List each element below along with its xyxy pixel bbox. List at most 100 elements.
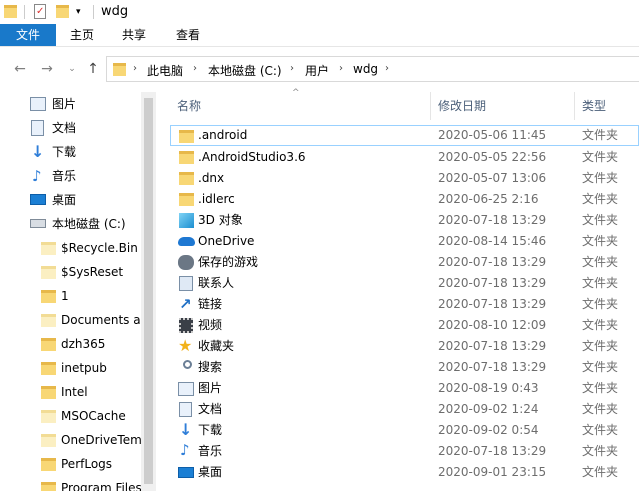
- file-row-saved-games[interactable]: 保存的游戏 2020-07-18 13:29 文件夹: [170, 252, 639, 273]
- tab-view[interactable]: 查看: [168, 24, 208, 46]
- file-row-links[interactable]: ↗ 链接 2020-07-18 13:29 文件夹: [170, 294, 639, 315]
- file-type: 文件夹: [582, 360, 619, 374]
- folder-icon: [41, 266, 56, 279]
- file-row-pictures[interactable]: 图片 2020-08-19 0:43 文件夹: [170, 378, 639, 399]
- file-name: .idlerc: [198, 192, 235, 206]
- download-icon: ↓: [31, 142, 45, 161]
- file-type: 文件夹: [582, 402, 619, 416]
- file-name: 链接: [198, 297, 223, 311]
- file-name: 文档: [198, 402, 223, 416]
- new-folder-icon[interactable]: [56, 4, 70, 20]
- file-row-dnx[interactable]: .dnx 2020-05-07 13:06 文件夹: [170, 168, 639, 189]
- folder-icon: [41, 242, 56, 255]
- file-row-documents[interactable]: 文档 2020-09-02 1:24 文件夹: [170, 399, 639, 420]
- file-row-contacts[interactable]: 联系人 2020-07-18 13:29 文件夹: [170, 273, 639, 294]
- folder-icon: [41, 338, 56, 351]
- properties-icon[interactable]: ✓: [34, 4, 48, 20]
- file-date: 2020-08-19 0:43: [438, 381, 539, 395]
- 3d-objects-icon: [179, 213, 194, 228]
- file-row-downloads[interactable]: ↓ 下载 2020-09-02 0:54 文件夹: [170, 420, 639, 441]
- file-date: 2020-07-18 13:29: [438, 339, 547, 353]
- chevron-right-icon[interactable]: ›: [193, 63, 197, 74]
- folder-icon: [113, 63, 126, 76]
- address-bar[interactable]: › 此电脑 › 本地磁盘 (C:) › 用户 › wdg ›: [106, 56, 639, 82]
- chevron-right-icon[interactable]: ›: [133, 63, 137, 74]
- file-type: 文件夹: [582, 339, 619, 353]
- nav-item-label: 本地磁盘 (C:): [52, 217, 126, 231]
- file-type: 文件夹: [582, 171, 619, 185]
- file-name: 保存的游戏: [198, 255, 259, 269]
- column-header-date[interactable]: 修改日期: [438, 92, 568, 120]
- navigation-pane: 图片 文档 ↓ 下载 ♪ 音乐 桌面 本地磁盘 (C:) $Recycle.Bi…: [0, 92, 156, 491]
- folder-icon: [179, 151, 194, 164]
- links-icon: ↗: [179, 295, 192, 313]
- file-type: 文件夹: [582, 381, 619, 395]
- file-date: 2020-05-06 11:45: [438, 128, 547, 142]
- music-icon: ♪: [180, 441, 190, 459]
- nav-item-label: 文档: [52, 121, 77, 135]
- file-type: 文件夹: [582, 150, 619, 164]
- file-date: 2020-07-18 13:29: [438, 255, 547, 269]
- folder-icon: [179, 172, 194, 185]
- breadcrumb-this-pc[interactable]: 此电脑: [147, 62, 183, 79]
- chevron-right-icon[interactable]: ›: [290, 63, 294, 74]
- tab-file[interactable]: 文件: [0, 24, 56, 46]
- folder-icon: [41, 386, 56, 399]
- column-divider[interactable]: [430, 92, 431, 120]
- download-icon: ↓: [179, 420, 193, 439]
- searches-icon: [183, 360, 192, 369]
- file-date: 2020-09-02 1:24: [438, 402, 539, 416]
- customize-toolbar-icon[interactable]: ▾: [76, 4, 88, 20]
- forward-arrow-icon[interactable]: →: [39, 61, 55, 77]
- file-row-android[interactable]: .android 2020-05-06 11:45 文件夹: [170, 125, 639, 146]
- column-header-type[interactable]: 类型: [582, 92, 639, 120]
- file-row-idlerc[interactable]: .idlerc 2020-06-25 2:16 文件夹: [170, 189, 639, 210]
- file-row-music[interactable]: ♪ 音乐 2020-07-18 13:29 文件夹: [170, 441, 639, 462]
- saved-games-icon: [178, 255, 194, 270]
- breadcrumb-local-disk[interactable]: 本地磁盘 (C:): [208, 62, 282, 79]
- file-name: 图片: [198, 381, 223, 395]
- file-type: 文件夹: [582, 318, 619, 332]
- file-date: 2020-05-05 22:56: [438, 150, 547, 164]
- favorites-icon: ★: [178, 336, 193, 355]
- nav-item-label: 图片: [52, 97, 77, 111]
- nav-item-label: 桌面: [52, 193, 77, 207]
- breadcrumb-users[interactable]: 用户: [305, 62, 329, 79]
- file-name: 音乐: [198, 444, 223, 458]
- up-arrow-icon[interactable]: ↑: [85, 61, 101, 77]
- file-row-videos[interactable]: 视频 2020-08-10 12:09 文件夹: [170, 315, 639, 336]
- file-name: 联系人: [198, 276, 235, 290]
- chevron-right-icon[interactable]: ›: [339, 63, 343, 74]
- documents-icon: [31, 120, 44, 136]
- tab-share[interactable]: 共享: [114, 24, 154, 46]
- nav-item-label: inetpub: [61, 361, 107, 375]
- file-row-3d-objects[interactable]: 3D 对象 2020-07-18 13:29 文件夹: [170, 210, 639, 231]
- back-arrow-icon[interactable]: ←: [12, 61, 28, 77]
- file-type: 文件夹: [582, 444, 619, 458]
- file-type: 文件夹: [582, 213, 619, 227]
- scrollbar-thumb[interactable]: [144, 98, 153, 484]
- nav-item-label: 下载: [52, 145, 77, 159]
- music-icon: ♪: [32, 167, 42, 185]
- file-date: 2020-08-14 15:46: [438, 234, 547, 248]
- column-header-name[interactable]: 名称: [177, 92, 427, 120]
- recent-locations-icon[interactable]: ⌄: [64, 61, 80, 77]
- file-row-favorites[interactable]: ★ 收藏夹 2020-07-18 13:29 文件夹: [170, 336, 639, 357]
- file-row-onedrive[interactable]: OneDrive 2020-08-14 15:46 文件夹: [170, 231, 639, 252]
- folder-icon: [4, 4, 18, 20]
- column-divider[interactable]: [574, 92, 575, 120]
- folder-icon: [41, 434, 56, 447]
- nav-scrollbar[interactable]: [141, 92, 156, 491]
- file-row-searches[interactable]: 搜索 2020-07-18 13:29 文件夹: [170, 357, 639, 378]
- file-row-androidstudio[interactable]: .AndroidStudio3.6 2020-05-05 22:56 文件夹: [170, 147, 639, 168]
- file-date: 2020-08-10 12:09: [438, 318, 547, 332]
- drive-icon: [30, 219, 46, 228]
- tab-home[interactable]: 主页: [62, 24, 102, 46]
- breadcrumb-wdg[interactable]: wdg: [353, 62, 378, 76]
- chevron-right-icon[interactable]: ›: [385, 63, 389, 74]
- nav-item-label: $Recycle.Bin: [61, 241, 138, 255]
- file-name: 视频: [198, 318, 223, 332]
- file-row-desktop[interactable]: 桌面 2020-09-01 23:15 文件夹: [170, 462, 639, 483]
- desktop-icon: [178, 467, 194, 478]
- nav-item-label: Program Files: [61, 481, 142, 491]
